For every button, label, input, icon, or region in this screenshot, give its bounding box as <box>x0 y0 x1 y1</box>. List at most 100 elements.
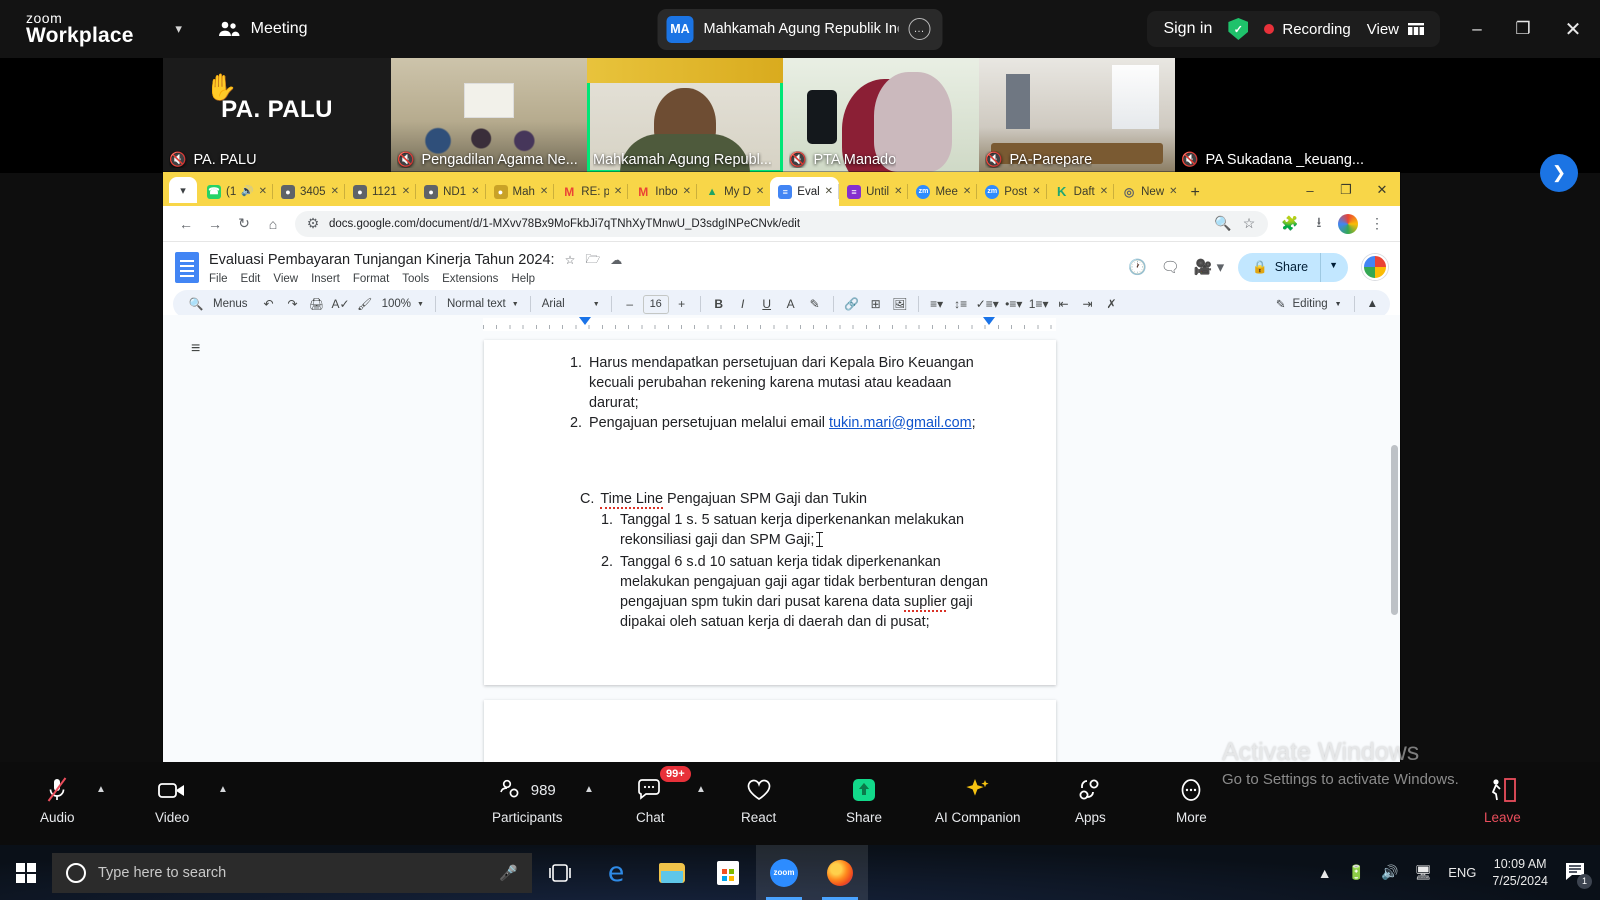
menu-format[interactable]: Format <box>353 273 389 285</box>
maximize-button[interactable]: ❐ <box>1500 0 1546 58</box>
checklist-icon[interactable]: ✓≡▾ <box>974 293 1001 315</box>
tab-close-icon[interactable]: ✕ <box>1100 186 1108 197</box>
microsoft-store-taskbar-button[interactable] <box>700 845 756 900</box>
document-text-body[interactable]: 1. Harus mendapatkan persetujuan dari Ke… <box>566 354 1000 633</box>
horizontal-ruler[interactable] <box>483 317 1056 331</box>
browser-tab[interactable]: ◎ New ✕ <box>1113 177 1183 206</box>
hide-menus-chevron-icon[interactable]: ▲ <box>1367 298 1378 310</box>
menu-help[interactable]: Help <box>511 273 535 285</box>
browser-tab[interactable]: zm Post ✕ <box>976 177 1046 206</box>
highlight-color-icon[interactable]: ✎ <box>804 293 826 315</box>
zoom-level-dropdown[interactable]: 100% ▼ <box>378 298 428 310</box>
text-color-icon[interactable]: A <box>780 293 802 315</box>
browser-tab[interactable]: K Daft ✕ <box>1045 177 1114 206</box>
document-canvas[interactable]: ≡ 1. Harus mendapatkan persetujuan dari … <box>163 315 1400 762</box>
cloud-saved-icon[interactable]: ☁ <box>610 253 622 267</box>
browser-tab-active-evaluasi[interactable]: ≡ Eval ✕ <box>770 177 840 206</box>
share-dropdown-button[interactable]: ▼ <box>1320 252 1348 282</box>
menu-extensions[interactable]: Extensions <box>442 273 498 285</box>
right-indent-marker[interactable] <box>983 317 995 325</box>
insert-image-icon[interactable]: 🖼 <box>889 293 911 315</box>
menu-file[interactable]: File <box>209 273 228 285</box>
participants-button[interactable]: 989 Participants <box>492 776 563 825</box>
spelling-check-icon[interactable]: A✓ <box>330 293 352 315</box>
leave-button[interactable]: Leave <box>1484 776 1521 825</box>
meeting-tab[interactable]: Meeting <box>218 20 308 38</box>
browser-tab[interactable]: ● Mah ✕ <box>484 177 555 206</box>
share-screen-button[interactable]: Share <box>846 776 882 825</box>
document-page-1[interactable]: 1. Harus mendapatkan persetujuan dari Ke… <box>484 340 1056 685</box>
downloads-icon[interactable]: ⭳ <box>1306 211 1332 237</box>
tab-close-icon[interactable]: ✕ <box>1169 186 1177 197</box>
extensions-puzzle-icon[interactable]: 🧩 <box>1277 211 1303 237</box>
bookmark-star-icon[interactable]: ☆ <box>1240 211 1258 237</box>
tab-close-icon[interactable]: ✕ <box>963 186 971 197</box>
next-page-arrow-icon[interactable]: ❯ <box>1540 154 1578 192</box>
editing-mode-dropdown[interactable]: ✎ Editing ▼ ▲ <box>1276 296 1382 312</box>
thumbnail-mahkamah-agung-active-speaker[interactable]: Mahkamah Agung Republ... <box>587 58 783 173</box>
tab-close-icon[interactable]: ✕ <box>614 186 622 197</box>
chrome-minimize-button[interactable]: – <box>1292 176 1328 204</box>
chrome-close-button[interactable]: ✕ <box>1364 176 1400 204</box>
version-history-icon[interactable]: 🕐 <box>1128 258 1147 276</box>
tab-close-icon[interactable]: ✕ <box>894 186 902 197</box>
zoom-taskbar-button[interactable]: zoom <box>756 845 812 900</box>
paragraph-style-dropdown[interactable]: Normal text ▼ <box>443 298 523 310</box>
browser-tab[interactable]: ● 3405 ✕ <box>272 177 345 206</box>
forward-button[interactable]: → <box>202 211 228 237</box>
edge-taskbar-button[interactable]: e <box>588 845 644 900</box>
browser-tab[interactable]: ≡ Until ✕ <box>838 177 908 206</box>
browser-tab[interactable]: M Inbo ✕ <box>627 177 697 206</box>
react-button[interactable]: React <box>741 776 776 825</box>
thumbnail-pta-manado[interactable]: 🔇 PTA Manado <box>783 58 979 173</box>
thumbnail-pa-parepare[interactable]: 🔇 PA-Parepare <box>979 58 1175 173</box>
doc-title[interactable]: Evaluasi Pembayaran Tunjangan Kinerja Ta… <box>209 252 555 268</box>
document-page-2[interactable] <box>484 700 1056 762</box>
browser-tab[interactable]: ● 1121 ✕ <box>343 177 416 206</box>
chrome-maximize-button[interactable]: ❐ <box>1328 176 1364 204</box>
reload-button[interactable]: ↻ <box>231 211 257 237</box>
decrease-font-size-button[interactable]: – <box>619 293 641 315</box>
url-input[interactable]: ⚙ docs.google.com/document/d/1-MXvv78Bx9… <box>295 210 1268 237</box>
zoom-out-page-icon[interactable]: 🔍 <box>1214 211 1232 237</box>
audio-button[interactable]: Audio <box>40 776 75 825</box>
firefox-taskbar-button[interactable] <box>812 845 868 900</box>
tab-close-icon[interactable]: ✕ <box>756 186 764 197</box>
battery-icon[interactable]: 🔋 <box>1348 864 1365 881</box>
tab-close-icon[interactable]: ✕ <box>1032 186 1040 197</box>
browser-tab[interactable]: ● ND1 ✕ <box>415 177 485 206</box>
insert-link-icon[interactable]: 🔗 <box>841 293 863 315</box>
increase-indent-icon[interactable]: ⇥ <box>1076 293 1098 315</box>
share-button[interactable]: 🔒 Share <box>1238 252 1321 282</box>
volume-icon[interactable]: 🔊 <box>1381 864 1398 881</box>
chevron-down-icon[interactable]: ▾ <box>168 18 190 40</box>
recording-indicator[interactable]: Recording <box>1264 21 1351 38</box>
meet-camera-icon[interactable]: 🎥 ▾ <box>1194 258 1224 276</box>
menu-tools[interactable]: Tools <box>402 273 429 285</box>
google-docs-logo-icon[interactable] <box>175 251 199 283</box>
browser-tab[interactable]: ☎ (1 🔊 ✕ <box>199 177 273 206</box>
menus-search-button[interactable]: 🔍 Menus <box>181 293 256 315</box>
tab-close-icon[interactable]: ✕ <box>259 186 267 197</box>
menu-edit[interactable]: Edit <box>241 273 261 285</box>
print-icon[interactable]: 🖨 <box>306 293 328 315</box>
site-settings-icon[interactable]: ⚙ <box>305 211 321 237</box>
apps-button[interactable]: Apps <box>1075 776 1106 825</box>
shield-check-icon[interactable] <box>1228 18 1249 40</box>
thumbnail-pa-palu[interactable]: ✋ PA. PALU 🔇 PA. PALU <box>163 58 391 173</box>
tab-close-icon[interactable]: ✕ <box>683 186 691 197</box>
clock[interactable]: 10:09 AM 7/25/2024 <box>1492 856 1548 890</box>
tab-close-icon[interactable]: ✕ <box>540 186 548 197</box>
tab-search-chevron-icon[interactable]: ▾ <box>169 177 197 203</box>
more-button[interactable]: More <box>1176 776 1207 825</box>
font-family-dropdown[interactable]: Arial ▼ <box>538 298 604 310</box>
chat-options-chevron-icon[interactable]: ▲ <box>696 784 706 795</box>
tab-close-icon[interactable]: ✕ <box>471 186 479 197</box>
file-explorer-taskbar-button[interactable] <box>644 845 700 900</box>
close-button[interactable]: ✕ <box>1546 0 1600 58</box>
tab-audio-icon[interactable]: 🔊 <box>241 186 253 197</box>
sign-in-button[interactable]: Sign in <box>1163 20 1212 38</box>
increase-font-size-button[interactable]: + <box>671 293 693 315</box>
add-comment-icon[interactable]: ⊞ <box>865 293 887 315</box>
view-button[interactable]: View <box>1367 21 1424 38</box>
